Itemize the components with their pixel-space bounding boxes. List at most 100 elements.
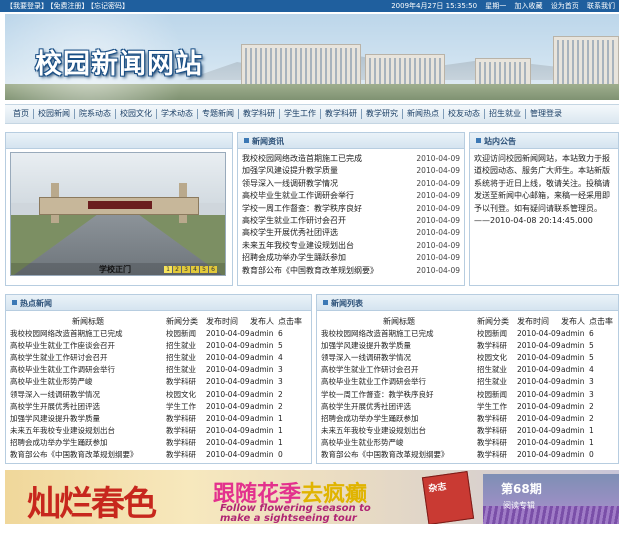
table-row[interactable]: 我校校园网络改造首期施工已完成 校园新闻 2010-04-09 admin 6 bbox=[10, 327, 302, 339]
forgot-password-link[interactable]: 【忘记密码】 bbox=[91, 2, 130, 10]
nav-item-student-work[interactable]: 学生工作 bbox=[280, 109, 321, 119]
news-title-cell[interactable]: 未来五年我校专业建设规划出台 bbox=[10, 425, 166, 437]
photo-page-button[interactable]: 3 bbox=[182, 266, 190, 273]
table-row[interactable]: 招聘会成功举办学生踊跃参加 教学科研 2010-04-09 admin 2 bbox=[321, 412, 613, 424]
list-item[interactable]: 高校毕业生就业工作调研会举行 2010-04-09 bbox=[242, 190, 460, 202]
nav-item-academic[interactable]: 学术动态 bbox=[157, 109, 198, 119]
photo-page-button[interactable]: 2 bbox=[173, 266, 181, 273]
photo-page-button[interactable]: 1 bbox=[164, 266, 172, 273]
news-title-cell[interactable]: 高校毕业生就业形势严峻 bbox=[10, 376, 166, 388]
nav-item-special[interactable]: 专题新闻 bbox=[198, 109, 239, 119]
nav-item-teaching-research[interactable]: 教学研究 bbox=[362, 109, 403, 119]
nav-item-research[interactable]: 教学科研 bbox=[321, 109, 362, 119]
nav-item-teaching[interactable]: 教学科研 bbox=[239, 109, 280, 119]
table-row[interactable]: 未来五年我校专业建设规划出台 教学科研 2010-04-09 admin 1 bbox=[10, 425, 302, 437]
list-item[interactable]: 我校校园网络改造首期施工已完成 2010-04-09 bbox=[242, 153, 460, 165]
list-item[interactable]: 学校一周工作督查：教学秩序良好 2010-04-09 bbox=[242, 203, 460, 215]
list-item[interactable]: 招聘会成功举办学生踊跃参加 2010-04-09 bbox=[242, 252, 460, 264]
author-cell: admin bbox=[561, 450, 585, 460]
table-row[interactable]: 招聘会成功举办学生踊跃参加 教学科研 2010-04-09 admin 1 bbox=[10, 437, 302, 449]
news-title-cell[interactable]: 高校学生开展优秀社团评选 bbox=[321, 400, 477, 412]
ad-issue-subtitle: 阅读专辑 bbox=[503, 501, 535, 510]
date-cell: 2010-04-09 bbox=[517, 413, 561, 423]
author-cell: admin bbox=[250, 401, 274, 411]
news-title-cell[interactable]: 学校一周工作督查：教学秩序良好 bbox=[321, 388, 477, 400]
category-cell: 教学科研 bbox=[166, 413, 196, 423]
news-title-cell[interactable]: 高校毕业生就业工作调研会举行 bbox=[321, 376, 477, 388]
list-item[interactable]: 高校学生开展优秀社团评选 2010-04-09 bbox=[242, 227, 460, 239]
table-row[interactable]: 高校毕业生就业形势严峻 教学科研 2010-04-09 admin 3 bbox=[10, 376, 302, 388]
category-cell: 教学科研 bbox=[477, 426, 507, 436]
news-title-cell[interactable]: 加强学风建设提升教学质量 bbox=[321, 339, 477, 351]
nav-item-department-news[interactable]: 院系动态 bbox=[75, 109, 116, 119]
table-row[interactable]: 加强学风建设提升教学质量 教学科研 2010-04-09 admin 1 bbox=[10, 412, 302, 424]
table-row[interactable]: 高校毕业生就业工作调研会举行 招生就业 2010-04-09 admin 3 bbox=[321, 376, 613, 388]
table-row[interactable]: 未来五年我校专业建设规划出台 教学科研 2010-04-09 admin 1 bbox=[321, 425, 613, 437]
table-row[interactable]: 高校学生就业工作研讨会召开 招生就业 2010-04-09 admin 4 bbox=[10, 351, 302, 363]
news-title-cell[interactable]: 高校毕业生就业工作调研会举行 bbox=[10, 364, 166, 376]
latest-news-header: 新闻列表 bbox=[317, 295, 618, 311]
news-title-cell[interactable]: 高校学生就业工作研讨会召开 bbox=[321, 364, 477, 376]
nav-item-hot-news[interactable]: 新闻热点 bbox=[403, 109, 444, 119]
author-cell: admin bbox=[250, 438, 274, 448]
author-cell: admin bbox=[250, 365, 274, 375]
news-title-cell[interactable]: 招聘会成功举办学生踊跃参加 bbox=[321, 412, 477, 424]
photo-page-button[interactable]: 6 bbox=[209, 266, 217, 273]
list-item[interactable]: 领导深入一线调研教学情况 2010-04-09 bbox=[242, 178, 460, 190]
news-title-cell[interactable]: 高校学生开展优秀社团评选 bbox=[10, 400, 166, 412]
photo-caption: 学校正门 bbox=[99, 265, 131, 274]
news-title-cell[interactable]: 领导深入一线调研教学情况 bbox=[10, 388, 166, 400]
notice-title: 站内公告 bbox=[484, 137, 516, 146]
news-title-cell[interactable]: 我校校园网络改造首期施工已完成 bbox=[10, 327, 166, 339]
register-link[interactable]: 【免费注册】 bbox=[50, 2, 89, 10]
news-title-cell[interactable]: 教育部公布《中国教育改革规划纲要》 bbox=[10, 449, 166, 461]
news-title-cell[interactable]: 教育部公布《中国教育改革规划纲要》 bbox=[321, 449, 477, 461]
clicks-cell: 0 bbox=[589, 450, 594, 460]
campus-photo[interactable]: 学校正门 1 2 3 4 5 6 bbox=[10, 152, 226, 276]
nav-item-admin-login[interactable]: 管理登录 bbox=[526, 109, 566, 119]
news-title-cell[interactable]: 高校毕业生就业形势严峻 bbox=[321, 437, 477, 449]
table-row[interactable]: 加强学风建设提升教学质量 教学科研 2010-04-09 admin 5 bbox=[321, 339, 613, 351]
contact-link[interactable]: 联系我们 bbox=[587, 2, 615, 10]
date-cell: 2010-04-09 bbox=[517, 426, 561, 436]
author-cell: admin bbox=[561, 438, 585, 448]
table-row[interactable]: 高校毕业生就业工作调研会举行 招生就业 2010-04-09 admin 3 bbox=[10, 364, 302, 376]
news-title-cell[interactable]: 未来五年我校专业建设规划出台 bbox=[321, 425, 477, 437]
news-title-cell[interactable]: 高校毕业生就业工作座谈会召开 bbox=[10, 339, 166, 351]
advertisement-banner[interactable]: 灿烂春色 跟随花季去疯癫 Follow flowering season to m… bbox=[5, 470, 619, 524]
news-title-cell[interactable]: 招聘会成功举办学生踊跃参加 bbox=[10, 437, 166, 449]
add-favorite-link[interactable]: 加入收藏 bbox=[515, 2, 543, 10]
nav-item-home[interactable]: 首页 bbox=[9, 109, 34, 119]
list-item[interactable]: 加强学风建设提升教学质量 2010-04-09 bbox=[242, 165, 460, 177]
nav-item-alumni[interactable]: 校友动态 bbox=[444, 109, 485, 119]
photo-page-button[interactable]: 5 bbox=[200, 266, 208, 273]
table-row[interactable]: 我校校园网络改造首期施工已完成 校园新闻 2010-04-09 admin 6 bbox=[321, 327, 613, 339]
table-row[interactable]: 学校一周工作督查：教学秩序良好 校园新闻 2010-04-09 admin 3 bbox=[321, 388, 613, 400]
login-link[interactable]: 【我要登录】 bbox=[6, 2, 48, 10]
table-row[interactable]: 高校毕业生就业工作座谈会召开 招生就业 2010-04-09 admin 5 bbox=[10, 339, 302, 351]
table-row[interactable]: 领导深入一线调研教学情况 校园文化 2010-04-09 admin 2 bbox=[10, 388, 302, 400]
clicks-cell: 4 bbox=[278, 352, 283, 362]
news-title-cell[interactable]: 我校校园网络改造首期施工已完成 bbox=[321, 327, 477, 339]
table-row[interactable]: 高校学生开展优秀社团评选 学生工作 2010-04-09 admin 2 bbox=[321, 400, 613, 412]
nav-item-campus-news[interactable]: 校园新闻 bbox=[34, 109, 75, 119]
news-title-cell[interactable]: 加强学风建设提升教学质量 bbox=[10, 412, 166, 424]
table-row[interactable]: 高校毕业生就业形势严峻 教学科研 2010-04-09 admin 1 bbox=[321, 437, 613, 449]
list-item[interactable]: 未来五年我校专业建设规划出台 2010-04-09 bbox=[242, 240, 460, 252]
list-item[interactable]: 高校学生就业工作研讨会召开 2010-04-09 bbox=[242, 215, 460, 227]
latest-news-table: 新闻标题 新闻分类 发布时间 发布人 点击率 我校校园网络改造首期施工已完成 校园… bbox=[321, 315, 613, 461]
nav-item-admissions[interactable]: 招生就业 bbox=[485, 109, 526, 119]
table-row[interactable]: 教育部公布《中国教育改革规划纲要》 教学科研 2010-04-09 admin 0 bbox=[321, 449, 613, 461]
news-title-cell[interactable]: 高校学生就业工作研讨会召开 bbox=[10, 351, 166, 363]
table-row[interactable]: 高校学生就业工作研讨会召开 招生就业 2010-04-09 admin 4 bbox=[321, 364, 613, 376]
news-title-cell[interactable]: 领导深入一线调研教学情况 bbox=[321, 351, 477, 363]
list-item[interactable]: 教育部公布《中国教育改革规划纲要》 2010-04-09 bbox=[242, 265, 460, 277]
photo-page-button[interactable]: 4 bbox=[191, 266, 199, 273]
notice-text: 欢迎访问校园新闻网站，本站致力于报道校园动态、服务广大师生。本站新版系统将于近日… bbox=[474, 154, 610, 226]
nav-item-campus-culture[interactable]: 校园文化 bbox=[116, 109, 157, 119]
table-row[interactable]: 领导深入一线调研教学情况 校园文化 2010-04-09 admin 5 bbox=[321, 351, 613, 363]
table-row[interactable]: 高校学生开展优秀社团评选 学生工作 2010-04-09 admin 2 bbox=[10, 400, 302, 412]
table-row[interactable]: 教育部公布《中国教育改革规划纲要》 教学科研 2010-04-09 admin 0 bbox=[10, 449, 302, 461]
category-cell: 招生就业 bbox=[477, 365, 507, 375]
set-homepage-link[interactable]: 设为首页 bbox=[551, 2, 579, 10]
